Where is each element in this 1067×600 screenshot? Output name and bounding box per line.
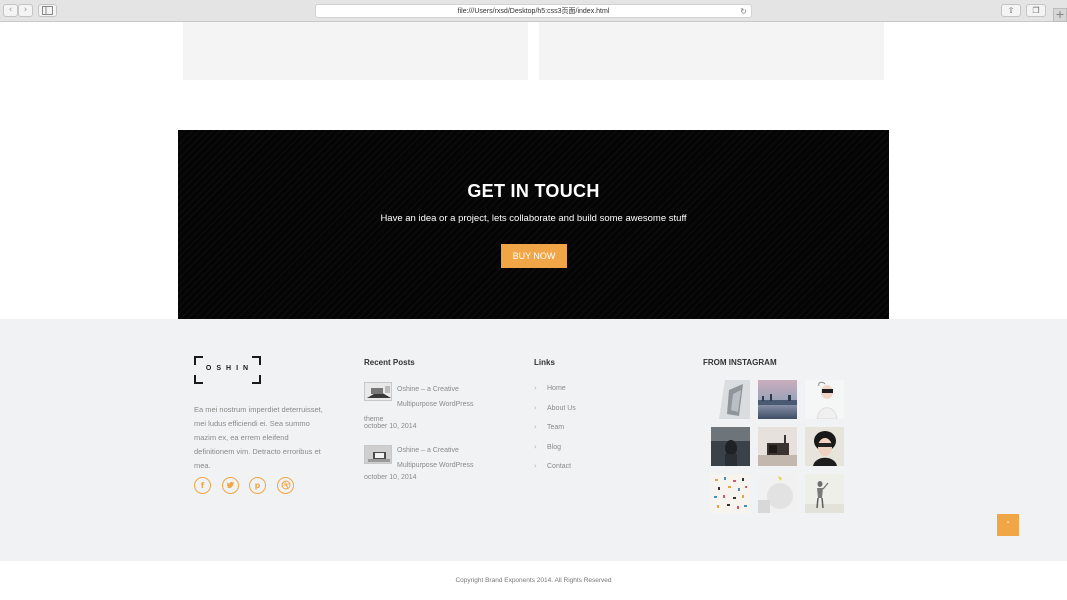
recent-posts-title: Recent Posts	[364, 358, 415, 367]
post-title[interactable]: Oshine – a Creative	[397, 443, 497, 458]
content-card-right	[539, 22, 884, 80]
chevron-right-icon: ›	[534, 462, 537, 470]
footer: OSHIN Ea mei nostrum imperdiet deterruis…	[0, 319, 1067, 561]
footer-link-team[interactable]: › Team	[534, 422, 564, 432]
instagram-photo[interactable]	[805, 474, 844, 513]
post-date: october 10, 2014	[364, 474, 417, 481]
instagram-photo[interactable]	[711, 427, 750, 466]
recent-post-item[interactable]: Oshine – a Creative Multipurpose WordPre…	[364, 443, 494, 473]
instagram-photo[interactable]	[758, 380, 797, 419]
browser-toolbar: ‹ › file:///Users/rxsd/Desktop/h5:css3页面…	[0, 0, 1067, 22]
footer-link-home[interactable]: › Home	[534, 383, 566, 393]
instagram-photo[interactable]	[758, 427, 797, 466]
instagram-title: FROM INSTAGRAM	[703, 358, 777, 367]
footer-link-contact[interactable]: › Contact	[534, 461, 571, 471]
copyright-text: Copyright Brand Exponents 2014. All Righ…	[455, 577, 612, 584]
links-title: Links	[534, 358, 555, 367]
post-date: october 10, 2014	[364, 423, 417, 430]
dribbble-icon[interactable]	[277, 477, 294, 494]
footer-link-about-us[interactable]: › About Us	[534, 403, 576, 413]
forward-icon[interactable]: ›	[18, 4, 33, 17]
facebook-icon[interactable]: f	[194, 477, 211, 494]
chevron-right-icon: ›	[534, 384, 537, 392]
new-tab-icon[interactable]: +	[1053, 8, 1067, 22]
content-card-left	[183, 22, 528, 80]
footer-link-blog[interactable]: › Blog	[534, 442, 561, 452]
share-icon[interactable]: ⇧	[1001, 4, 1021, 17]
buy-now-button[interactable]: BUY NOW	[501, 244, 567, 268]
instagram-photo[interactable]	[805, 380, 844, 420]
instagram-photo[interactable]	[758, 474, 797, 513]
section-title: GET IN TOUCH	[467, 181, 600, 201]
tabs-icon[interactable]: ❐	[1026, 4, 1046, 17]
logo-text: OSHIN	[205, 365, 254, 372]
about-text: Ea mei nostrum imperdiet deterruisset, m…	[194, 405, 323, 470]
instagram-photo[interactable]	[805, 427, 844, 466]
back-icon[interactable]: ‹	[3, 4, 18, 17]
chevron-right-icon: ›	[534, 443, 537, 451]
post-title[interactable]: Oshine – a Creative	[397, 382, 497, 397]
pinterest-icon[interactable]: p	[249, 477, 266, 494]
back-to-top-button[interactable]: ˄	[997, 514, 1019, 536]
address-bar[interactable]: file:///Users/rxsd/Desktop/h5:css3页面/ind…	[315, 4, 752, 18]
post-thumbnail[interactable]	[364, 445, 392, 464]
url-text: file:///Users/rxsd/Desktop/h5:css3页面/ind…	[457, 8, 610, 15]
twitter-icon[interactable]	[222, 477, 239, 494]
oshin-logo[interactable]: OSHIN	[194, 356, 261, 384]
instagram-photo[interactable]	[711, 380, 750, 419]
section-subtitle: Have an idea or a project, lets collabor…	[380, 213, 687, 224]
reload-icon[interactable]: ↻	[740, 5, 747, 18]
sidebar-icon[interactable]	[38, 4, 57, 17]
post-title-continued[interactable]: Multipurpose WordPress	[397, 458, 497, 473]
get-in-touch-section: GET IN TOUCH Have an idea or a project, …	[178, 130, 889, 319]
instagram-photo[interactable]	[711, 474, 750, 513]
chevron-up-icon: ˄	[1006, 521, 1010, 529]
chevron-right-icon: ›	[534, 423, 537, 431]
chevron-right-icon: ›	[534, 404, 537, 412]
